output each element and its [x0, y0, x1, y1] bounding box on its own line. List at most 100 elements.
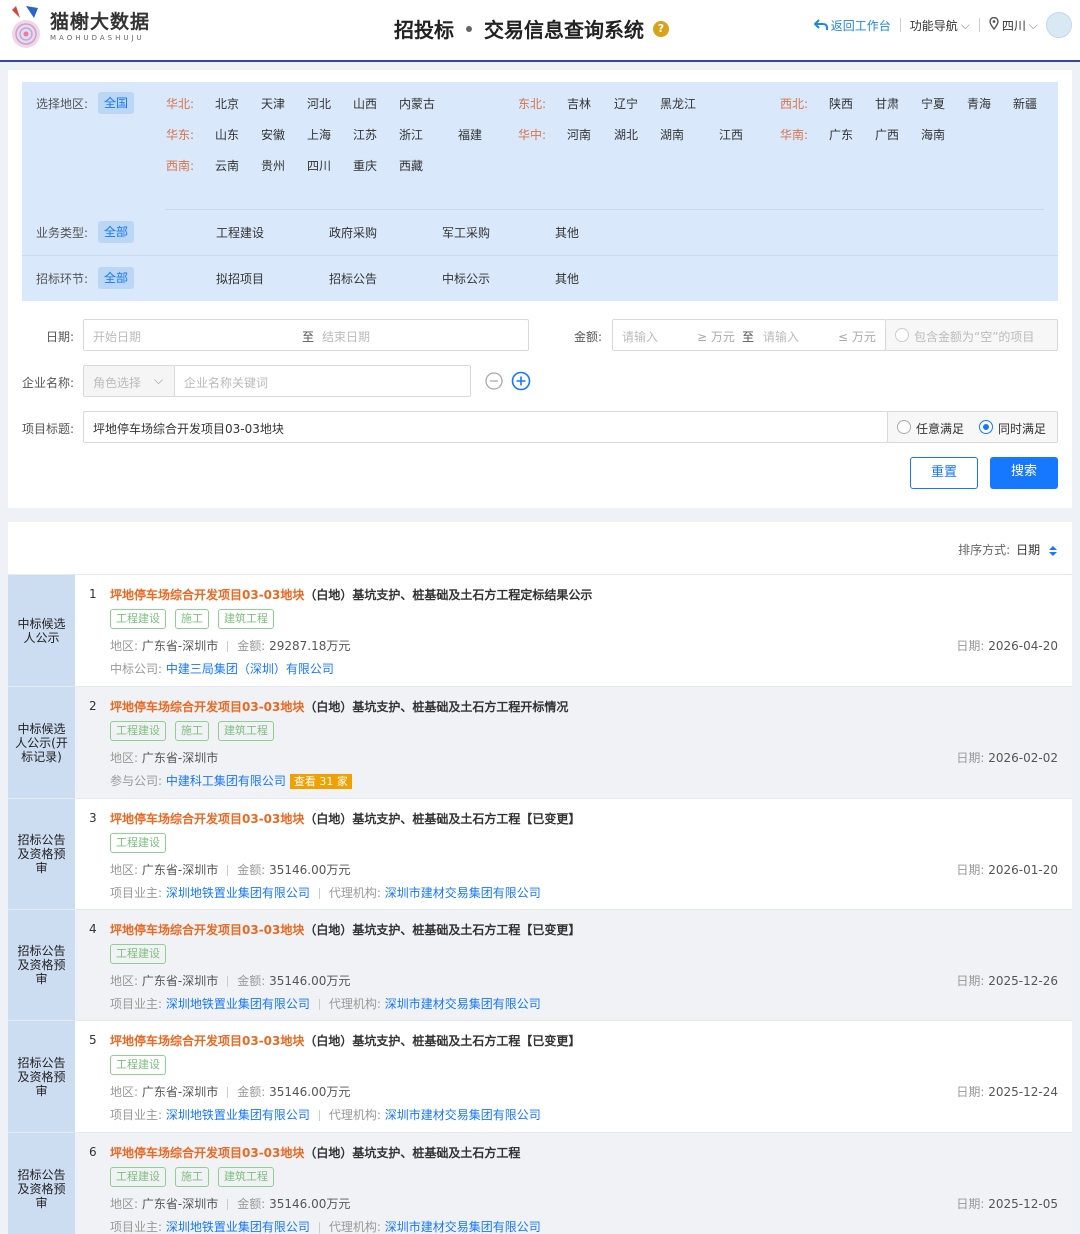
- logo-icon: [6, 4, 48, 50]
- title-main: 招投标: [394, 18, 454, 42]
- tender-stage-option[interactable]: 中标公示: [442, 270, 490, 287]
- agency-link[interactable]: 深圳市建材交易集团有限公司: [385, 886, 541, 900]
- region-option[interactable]: 辽宁: [614, 95, 638, 112]
- stage-badge: 招标公告及资格预审: [8, 1021, 75, 1132]
- brand-logo[interactable]: 猫榭大数据 MAOHUDASHUJU: [6, 4, 150, 50]
- region-option[interactable]: 江苏: [353, 126, 377, 143]
- company-link[interactable]: 中建三局集团（深圳）有限公司: [166, 662, 334, 676]
- project-title-input[interactable]: 坪地停车场综合开发项目03-03地块: [83, 411, 888, 443]
- business-type-option[interactable]: 军工采购: [442, 224, 490, 241]
- region-option[interactable]: 河北: [307, 95, 331, 112]
- region-option[interactable]: 天津: [261, 95, 285, 112]
- back-to-workbench-link[interactable]: 返回工作台: [813, 17, 891, 34]
- region-option[interactable]: 贵州: [261, 157, 285, 174]
- result-item[interactable]: 招标公告及资格预审 5 坪地停车场综合开发项目03-03地块（白地）基坑支护、桩…: [8, 1020, 1072, 1132]
- result-title-link[interactable]: 坪地停车场综合开发项目03-03地块（白地）基坑支护、桩基础及土石方工程开标情况: [110, 698, 568, 715]
- region-option[interactable]: 浙江: [399, 126, 423, 143]
- region-group-xibei: 西北:: [780, 97, 809, 111]
- result-title-link[interactable]: 坪地停车场综合开发项目03-03地块（白地）基坑支护、桩基础及土石方工程【已变更…: [110, 921, 580, 938]
- region-meta-label: 地区:: [110, 1197, 139, 1211]
- result-item[interactable]: 中标候选人公示(开标记录) 2 坪地停车场综合开发项目03-03地块（白地）基坑…: [8, 686, 1072, 798]
- agency-link[interactable]: 深圳市建材交易集团有限公司: [385, 1108, 541, 1122]
- reset-button[interactable]: 重置: [910, 457, 978, 489]
- remove-condition-icon[interactable]: [485, 372, 503, 390]
- add-condition-icon[interactable]: [511, 371, 531, 391]
- tender-stage-option[interactable]: 其他: [555, 270, 579, 287]
- help-icon[interactable]: ?: [653, 20, 669, 37]
- tender-stage-option[interactable]: 拟招项目: [216, 270, 264, 287]
- region-option[interactable]: 安徽: [261, 126, 285, 143]
- include-empty-amount-checkbox[interactable]: 包含金额为“空”的项目: [885, 319, 1058, 351]
- user-avatar[interactable]: [1046, 12, 1072, 38]
- title-dot: [466, 25, 472, 32]
- region-option[interactable]: 吉林: [567, 95, 591, 112]
- tag: 工程建设: [110, 1055, 166, 1075]
- owner-link[interactable]: 深圳地铁置业集团有限公司: [166, 886, 310, 900]
- region-option[interactable]: 山东: [215, 126, 239, 143]
- result-title-link[interactable]: 坪地停车场综合开发项目03-03地块（白地）基坑支护、桩基础及土石方工程: [110, 1144, 520, 1161]
- result-title-link[interactable]: 坪地停车场综合开发项目03-03地块（白地）基坑支护、桩基础及土石方工程【已变更…: [110, 1032, 580, 1049]
- business-type-all-option[interactable]: 全部: [98, 221, 134, 243]
- business-type-option[interactable]: 政府采购: [329, 224, 377, 241]
- agency-link[interactable]: 深圳市建材交易集团有限公司: [385, 1220, 541, 1234]
- region-option[interactable]: 甘肃: [875, 95, 899, 112]
- result-title-link[interactable]: 坪地停车场综合开发项目03-03地块（白地）基坑支护、桩基础及土石方工程定标结果…: [110, 586, 592, 603]
- view-participants-button[interactable]: 查看 31 家: [289, 774, 352, 789]
- company-keyword-input[interactable]: 企业名称关键词: [174, 365, 471, 397]
- result-item[interactable]: 招标公告及资格预审 4 坪地停车场综合开发项目03-03地块（白地）基坑支护、桩…: [8, 909, 1072, 1020]
- sort-control[interactable]: 排序方式: 日期: [958, 541, 1058, 558]
- result-number: 3: [89, 811, 97, 825]
- result-item[interactable]: 招标公告及资格预审 6 坪地停车场综合开发项目03-03地块（白地）基坑支护、桩…: [8, 1132, 1072, 1234]
- region-option[interactable]: 新疆: [1013, 95, 1037, 112]
- tender-stage-all-option[interactable]: 全部: [98, 267, 134, 289]
- title-keyword: 坪地停车场综合开发项目03-03地块: [110, 588, 305, 602]
- date-range-input[interactable]: 开始日期 至 结束日期: [83, 319, 529, 351]
- region-option[interactable]: 湖北: [614, 126, 638, 143]
- region-option[interactable]: 山西: [353, 95, 377, 112]
- region-all-option[interactable]: 全国: [98, 92, 134, 114]
- region-option[interactable]: 宁夏: [921, 95, 945, 112]
- region-option[interactable]: 海南: [921, 126, 945, 143]
- result-number: 6: [89, 1145, 97, 1159]
- region-option[interactable]: 陕西: [829, 95, 853, 112]
- function-nav-menu[interactable]: 功能导航: [910, 17, 958, 34]
- location-selector[interactable]: 四川: [1002, 17, 1026, 34]
- region-option[interactable]: 四川: [307, 157, 331, 174]
- region-option[interactable]: 河南: [567, 126, 591, 143]
- result-title-link[interactable]: 坪地停车场综合开发项目03-03地块（白地）基坑支护、桩基础及土石方工程【已变更…: [110, 810, 580, 827]
- region-option[interactable]: 广西: [875, 126, 899, 143]
- role-select[interactable]: 角色选择 ⌵: [83, 365, 175, 397]
- business-type-option[interactable]: 工程建设: [216, 224, 264, 241]
- region-option[interactable]: 青海: [967, 95, 991, 112]
- region-option[interactable]: 西藏: [399, 157, 423, 174]
- region-option[interactable]: 福建: [458, 126, 482, 143]
- region-option[interactable]: 云南: [215, 157, 239, 174]
- region-option[interactable]: 上海: [307, 126, 331, 143]
- result-number: 5: [89, 1033, 97, 1047]
- match-any-radio[interactable]: [897, 420, 911, 434]
- company-link[interactable]: 中建科工集团有限公司: [166, 774, 286, 788]
- owner-link[interactable]: 深圳地铁置业集团有限公司: [166, 997, 310, 1011]
- result-item[interactable]: 招标公告及资格预审 3 坪地停车场综合开发项目03-03地块（白地）基坑支护、桩…: [8, 798, 1072, 909]
- region-option[interactable]: 重庆: [353, 157, 377, 174]
- tender-stage-option[interactable]: 招标公告: [329, 270, 377, 287]
- result-item[interactable]: 中标候选人公示 1 坪地停车场综合开发项目03-03地块（白地）基坑支护、桩基础…: [8, 574, 1072, 686]
- sort-order-icon: [1049, 545, 1057, 556]
- date-start-placeholder: 开始日期: [93, 330, 142, 344]
- region-option[interactable]: 北京: [215, 95, 239, 112]
- region-option[interactable]: 湖南: [660, 126, 684, 143]
- region-option[interactable]: 广东: [829, 126, 853, 143]
- divider: [166, 209, 1044, 210]
- amount-range-input[interactable]: 请输入 ≥ 万元 至 请输入 ≤ 万元: [612, 319, 886, 351]
- region-option[interactable]: 黑龙江: [660, 95, 696, 112]
- include-empty-amount-label: 包含金额为“空”的项目: [914, 330, 1035, 344]
- region-option[interactable]: 江西: [719, 126, 743, 143]
- match-all-radio[interactable]: [979, 420, 993, 434]
- business-type-option[interactable]: 其他: [555, 224, 579, 241]
- agency-link[interactable]: 深圳市建材交易集团有限公司: [385, 997, 541, 1011]
- owner-link[interactable]: 深圳地铁置业集团有限公司: [166, 1108, 310, 1122]
- amount-label: 金额:: [574, 330, 603, 344]
- search-button[interactable]: 搜索: [990, 457, 1058, 489]
- owner-link[interactable]: 深圳地铁置业集团有限公司: [166, 1220, 310, 1234]
- region-option[interactable]: 内蒙古: [399, 95, 435, 112]
